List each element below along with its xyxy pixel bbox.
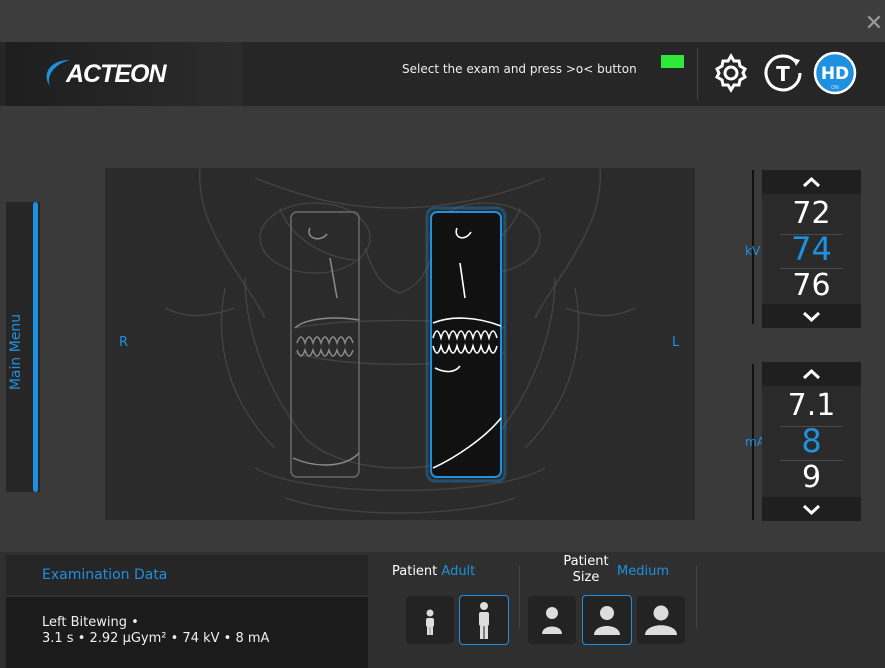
logo: ACTEON: [6, 42, 242, 106]
kv-unit-label: kV: [745, 244, 761, 258]
status-message: Select the exam and press >o< button: [402, 62, 637, 76]
chevron-up-icon: [802, 368, 821, 380]
ma-up-button[interactable]: [762, 362, 861, 386]
chevron-up-icon: [802, 176, 821, 188]
patient-label-text: Patient: [392, 564, 438, 579]
hd-status-text: ON: [831, 85, 839, 91]
kv-current-value: 74: [791, 230, 832, 268]
chevron-down-icon: [802, 504, 821, 516]
size-large-button[interactable]: [637, 596, 685, 644]
skull-diagram: [164, 167, 636, 514]
chevron-down-icon: [802, 311, 821, 323]
right-side-label: R: [119, 335, 129, 350]
timer-button[interactable]: T: [760, 50, 806, 96]
kv-stepper[interactable]: 72 74 76: [762, 170, 861, 328]
exam-image-panel[interactable]: R L: [105, 167, 695, 520]
work-area: Main Menu R L kV 72 74 76 mA 7.1 8 9: [0, 106, 885, 552]
main-menu-label: Main Menu: [8, 313, 24, 391]
size-medium-button[interactable]: [582, 595, 632, 645]
ma-current-value: 8: [801, 422, 822, 460]
kv-next-value: 76: [792, 268, 831, 303]
adult-icon: [479, 602, 489, 639]
small-bust-icon: [542, 607, 562, 634]
hd-icon: HD ON: [813, 51, 857, 95]
patient-value: Adult: [441, 564, 476, 579]
settings-button[interactable]: [708, 50, 754, 96]
kv-prev-value: 72: [792, 196, 831, 231]
large-bust-icon: [645, 605, 677, 635]
ma-prev-value: 7.1: [787, 388, 836, 423]
kv-down-button[interactable]: [762, 304, 861, 328]
exam-data-header: Examination Data: [6, 555, 368, 595]
patient-size-label-line2: Size: [572, 570, 600, 585]
main-menu-tab[interactable]: Main Menu: [6, 202, 40, 492]
ready-indicator: [661, 55, 684, 68]
exam-data-title: Examination Data: [42, 567, 168, 583]
hd-button[interactable]: HD ON: [812, 50, 858, 96]
timer-t-icon: T: [764, 54, 802, 92]
left-side-label: L: [672, 335, 680, 350]
header-divider: [697, 48, 698, 100]
exam-params: 3.1 s • 2.92 µGym² • 74 kV • 8 mA: [42, 631, 270, 646]
exam-data-body: Left Bitewing • 3.1 s • 2.92 µGym² • 74 …: [6, 597, 368, 668]
svg-text:T: T: [776, 62, 790, 86]
ma-next-value: 9: [801, 460, 822, 495]
medium-bust-icon: [594, 606, 620, 635]
close-icon[interactable]: ✕: [863, 12, 885, 36]
ma-stepper[interactable]: 7.1 8 9: [762, 362, 861, 521]
patient-child-button[interactable]: [406, 596, 454, 644]
patient-size-divider: [696, 566, 697, 628]
patient-size-value: Medium: [617, 564, 669, 579]
main-menu-accent-bar: [33, 202, 38, 492]
patient-size-label-line1: Patient: [563, 554, 609, 569]
app-header: ACTEON Select the exam and press >o< but…: [0, 42, 885, 106]
svg-text:HD: HD: [821, 64, 849, 84]
patient-size-label: Patient Size: [558, 554, 614, 586]
gear-icon: [715, 53, 747, 93]
patient-label: Patient Adult: [392, 564, 475, 579]
logo-text: ACTEON: [66, 60, 167, 88]
footer: Examination Data Left Bitewing • 3.1 s •…: [0, 552, 885, 668]
patient-adult-button[interactable]: [459, 595, 509, 645]
title-bar: ✕: [0, 0, 885, 42]
kv-up-button[interactable]: [762, 170, 861, 194]
exam-name: Left Bitewing •: [42, 615, 139, 630]
ma-down-button[interactable]: [762, 497, 861, 521]
patient-divider: [519, 566, 520, 628]
child-icon: [426, 609, 434, 635]
size-small-button[interactable]: [528, 596, 576, 644]
